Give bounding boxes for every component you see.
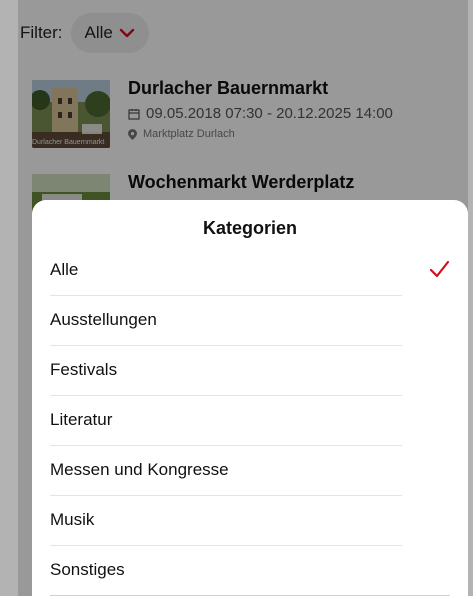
category-option-sonstiges[interactable]: Sonstiges bbox=[50, 546, 450, 596]
category-label: Sonstiges bbox=[50, 560, 125, 579]
app-screen: Filter: Alle Durlacher Bauernmarkt Durla… bbox=[18, 0, 468, 596]
category-label: Festivals bbox=[50, 360, 118, 379]
category-label: Messen und Kongresse bbox=[50, 460, 229, 479]
category-label: Ausstellungen bbox=[50, 310, 157, 329]
category-sheet: Kategorien Alle Ausstellungen Festivals … bbox=[32, 200, 468, 596]
category-label: Musik bbox=[50, 510, 95, 529]
category-option-musik[interactable]: Musik bbox=[50, 496, 450, 546]
category-option-alle[interactable]: Alle bbox=[50, 246, 450, 296]
category-option-messen-und-kongresse[interactable]: Messen und Kongresse bbox=[50, 446, 450, 496]
category-option-festivals[interactable]: Festivals bbox=[50, 346, 450, 396]
checkmark-icon bbox=[429, 260, 450, 278]
category-option-ausstellungen[interactable]: Ausstellungen bbox=[50, 296, 450, 346]
category-option-literatur[interactable]: Literatur bbox=[50, 396, 450, 446]
category-label: Alle bbox=[50, 260, 79, 279]
category-label: Literatur bbox=[50, 410, 113, 429]
sheet-title: Kategorien bbox=[202, 218, 298, 238]
